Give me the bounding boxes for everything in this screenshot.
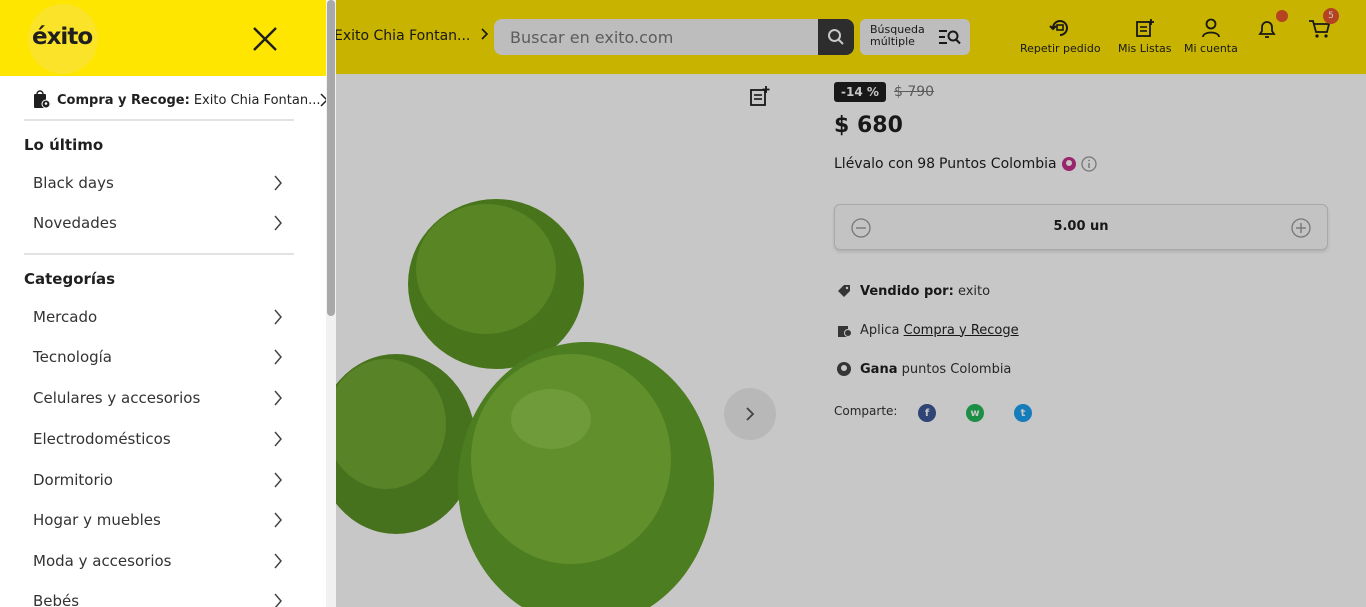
- menu-item-black-days[interactable]: Black days: [33, 168, 293, 198]
- chevron-right-icon: [274, 472, 282, 488]
- menu-item-label: Mercado: [33, 308, 98, 326]
- chevron-right-icon: [274, 175, 282, 191]
- chevron-right-icon: [274, 349, 282, 365]
- chevron-right-icon: [274, 593, 282, 607]
- close-icon[interactable]: [250, 24, 280, 54]
- menu-item-label: Tecnología: [33, 348, 112, 366]
- categories-section-title: Categorías: [24, 270, 116, 288]
- latest-section-title: Lo último: [24, 136, 104, 154]
- menu-item-label: Novedades: [33, 214, 117, 232]
- menu-item-novedades[interactable]: Novedades: [33, 208, 293, 238]
- menu-item-label: Bebés: [33, 592, 80, 607]
- chevron-right-icon: [274, 390, 282, 406]
- chevron-right-icon: [274, 512, 282, 528]
- chevron-right-icon: [274, 309, 282, 325]
- menu-item-label: Electrodomésticos: [33, 430, 171, 448]
- drawer-header: éxito: [0, 0, 326, 76]
- store-pickup-icon: [34, 90, 51, 109]
- pickup-label: Compra y Recoge:: [57, 92, 190, 108]
- menu-item-bebes[interactable]: Bebés: [33, 586, 293, 607]
- divider: [24, 119, 294, 121]
- exito-logo[interactable]: éxito: [32, 24, 93, 50]
- pickup-store-selector[interactable]: Compra y Recoge: Exito Chia Fontan...: [33, 89, 329, 111]
- divider: [24, 253, 294, 255]
- menu-item-label: Celulares y accesorios: [33, 389, 201, 407]
- menu-item-label: Dormitorio: [33, 471, 113, 489]
- menu-item-moda[interactable]: Moda y accesorios: [33, 546, 293, 576]
- scrollbar-thumb[interactable]: [327, 0, 335, 316]
- side-menu-drawer: éxito Compra y Recoge: Exito Chia Fontan…: [0, 0, 336, 607]
- menu-item-electrodomesticos[interactable]: Electrodomésticos: [33, 424, 293, 454]
- chevron-right-icon: [274, 215, 282, 231]
- chevron-right-icon: [274, 553, 282, 569]
- pickup-store-name: Exito Chia Fontan...: [193, 92, 321, 108]
- menu-item-label: Black days: [33, 174, 114, 192]
- menu-item-mercado[interactable]: Mercado: [33, 302, 293, 332]
- menu-item-celulares[interactable]: Celulares y accesorios: [33, 383, 293, 413]
- menu-item-dormitorio[interactable]: Dormitorio: [33, 465, 293, 495]
- menu-item-label: Moda y accesorios: [33, 552, 172, 570]
- menu-item-hogar[interactable]: Hogar y muebles: [33, 505, 293, 535]
- menu-item-tecnologia[interactable]: Tecnología: [33, 342, 293, 372]
- chevron-right-icon: [274, 431, 282, 447]
- menu-item-label: Hogar y muebles: [33, 511, 161, 529]
